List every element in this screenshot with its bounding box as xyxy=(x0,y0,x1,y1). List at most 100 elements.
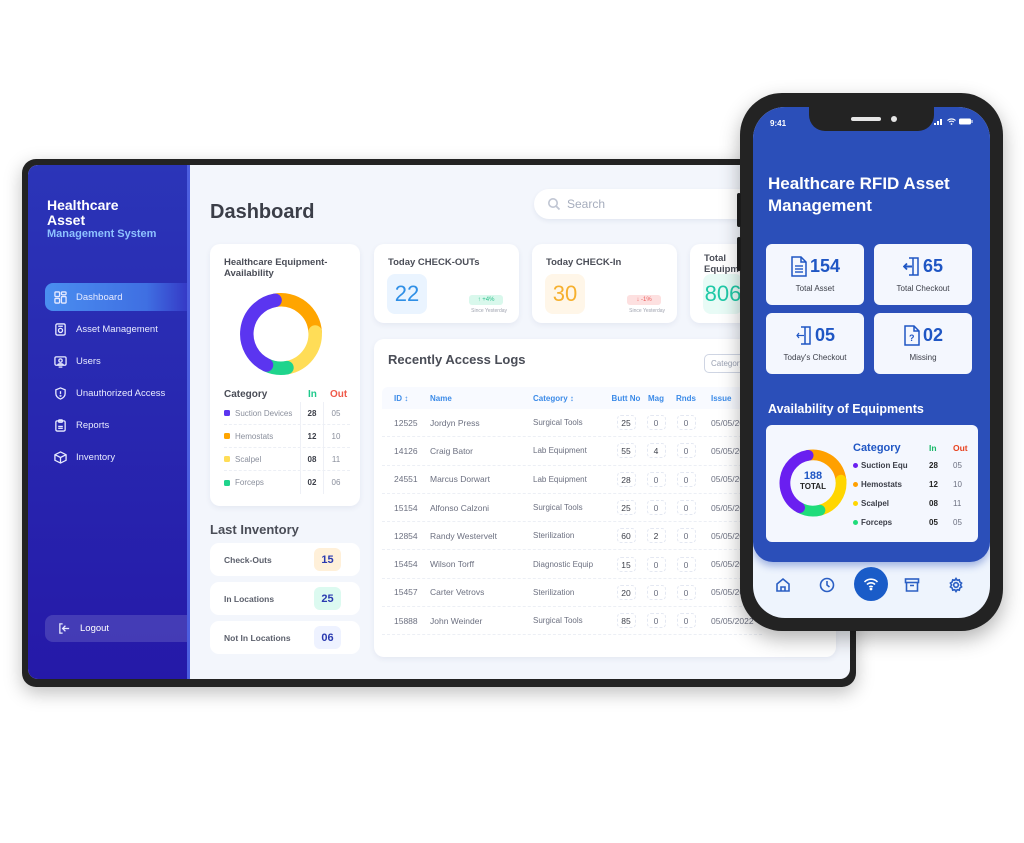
cell-rnds: 0 xyxy=(671,613,701,629)
cell-butt-value: 28 xyxy=(616,471,636,487)
search-input[interactable]: Search xyxy=(534,189,764,219)
phone-device-frame: 9:41 Healthcare RFID Asset Management 15… xyxy=(737,93,1003,631)
table-row[interactable]: 15454 Wilson Torff Diagnostic Equip 15 0 0 05/… xyxy=(382,550,762,579)
phone-availability-row: Hemostats 12 10 xyxy=(853,475,971,494)
column-header-category[interactable]: Category ↕ xyxy=(533,394,611,403)
column-header-rnds[interactable]: Rnds xyxy=(671,394,701,403)
header-out: Out xyxy=(330,388,348,400)
table-row[interactable]: 12525 Jordyn Press Surgical Tools 25 0 0 05/05… xyxy=(382,409,762,438)
cell-rnds: 0 xyxy=(671,443,701,459)
column-header-name[interactable]: Name xyxy=(430,394,533,403)
status-bar-time: 9:41 xyxy=(770,119,787,128)
legend-swatch xyxy=(224,479,230,486)
stat-value: 22 xyxy=(387,274,427,314)
equipment-availability-card: Healthcare Equipment-Availability Catego… xyxy=(210,244,360,506)
cell-butt: 20 xyxy=(611,584,641,600)
category-cell: Hemostats xyxy=(853,480,929,489)
tab-history[interactable] xyxy=(818,576,836,594)
stat-delta-badge: ↑ +4% xyxy=(469,295,503,305)
donut-segment-suction-devices xyxy=(240,293,282,372)
cell-name: Marcus Dorwart xyxy=(430,474,490,485)
tile-total-checkout[interactable]: 65 Total Checkout xyxy=(874,244,972,305)
cell-butt: 85 xyxy=(611,613,641,629)
tile-total-asset[interactable]: 154 Total Asset xyxy=(766,244,864,305)
cell-mag-value: 0 xyxy=(646,415,666,431)
cell-id: 12854 xyxy=(394,530,418,541)
inventory-label: Not In Locations xyxy=(224,632,291,643)
phone-camera xyxy=(891,116,897,122)
cell-id: 15454 xyxy=(394,559,418,570)
logout-icon xyxy=(57,622,71,636)
inventory-item[interactable]: Check-Outs 15 xyxy=(210,543,360,576)
cell-butt-value: 25 xyxy=(616,415,636,431)
sidebar-item-users[interactable]: Users xyxy=(45,347,190,375)
phone-volume-button xyxy=(737,193,741,227)
table-row[interactable]: 15154 Alfonso Calzoni Surgical Tools 25 0 0 05… xyxy=(382,494,762,523)
sidebar-item-dashboard[interactable]: Dashboard xyxy=(45,283,190,311)
legend-dot xyxy=(853,501,858,506)
tile-label: Today's Checkout xyxy=(783,353,847,362)
tab-home[interactable] xyxy=(774,576,792,594)
sidebar: Healthcare Asset Management System Dashb… xyxy=(28,165,190,679)
in-count: 12 xyxy=(300,425,324,447)
availability-table: Category In Out Suction Devices 28 05 Hemos… xyxy=(224,386,350,494)
cell-mag: 4 xyxy=(641,443,671,459)
table-row[interactable]: 15457 Carter Vetrovs Sterilization 20 0 0 05/0… xyxy=(382,579,762,608)
tab-rfid-scan[interactable] xyxy=(854,567,888,601)
legend-swatch xyxy=(224,456,230,462)
desktop-device-frame: Healthcare Asset Management System Dashb… xyxy=(22,159,856,687)
column-header-mag[interactable]: Mag xyxy=(641,394,671,403)
sidebar-item-unauthorized-access[interactable]: Unauthorized Access xyxy=(45,379,190,407)
tile-value: 02 xyxy=(922,325,944,345)
page-title: Dashboard xyxy=(210,201,315,223)
out-count: 10 xyxy=(953,480,962,489)
cell-rnds: 0 xyxy=(671,471,701,487)
document-icon xyxy=(791,256,807,277)
tab-settings[interactable] xyxy=(947,576,965,594)
phone-volume-button xyxy=(737,237,741,271)
svg-text:?: ? xyxy=(909,333,915,343)
cell-mag-value: 0 xyxy=(646,584,666,600)
archive-icon xyxy=(904,578,920,592)
availability-row: Hemostats 12 10 xyxy=(224,425,350,448)
inventory-item[interactable]: Not In Locations 06 xyxy=(210,621,360,654)
tab-archive[interactable] xyxy=(903,576,921,594)
cell-id: 12525 xyxy=(394,417,418,428)
logout-button[interactable]: Logout xyxy=(45,615,190,642)
cell-rnds: 0 xyxy=(671,584,701,600)
column-header-butt-no[interactable]: Butt No xyxy=(611,394,641,403)
cell-butt-value: 20 xyxy=(616,584,636,600)
inventory-item[interactable]: In Locations 25 xyxy=(210,582,360,615)
table-row[interactable]: 14126 Craig Bator Lab Equipment 55 4 0 05/05/2… xyxy=(382,437,762,466)
column-header-id[interactable]: ID ↕ xyxy=(382,394,430,403)
bottom-tab-bar xyxy=(753,562,990,618)
cell-mag: 0 xyxy=(641,471,671,487)
table-row[interactable]: 15888 John Weinder Surgical Tools 85 0 0 05/05… xyxy=(382,607,762,636)
in-count: 12 xyxy=(929,480,938,489)
donut-segment-hemostats xyxy=(268,293,322,339)
inventory-label: Check-Outs xyxy=(224,554,272,565)
rfid-wifi-icon xyxy=(863,578,879,591)
cell-category: Diagnostic Equip xyxy=(533,559,594,569)
sidebar-item-inventory[interactable]: Inventory xyxy=(45,443,190,471)
cell-rnds-value: 0 xyxy=(676,471,696,487)
logout-label: Logout xyxy=(80,623,110,634)
cell-butt: 28 xyxy=(611,471,641,487)
tile-value: 65 xyxy=(922,256,944,276)
cell-mag-value: 0 xyxy=(646,613,666,629)
tile-todays-checkout[interactable]: 05 Today's Checkout xyxy=(766,313,864,374)
in-count: 02 xyxy=(300,471,324,494)
category-name: Forceps xyxy=(235,478,264,487)
tile-missing[interactable]: ? 02 Missing xyxy=(874,313,972,374)
table-row[interactable]: 12854 Randy Westervelt Sterilization 60 2 0 05… xyxy=(382,522,762,551)
sidebar-item-label: Inventory xyxy=(76,451,116,463)
cell-butt: 25 xyxy=(611,415,641,431)
sidebar-item-asset-management[interactable]: Asset Management xyxy=(45,315,190,343)
grid-icon xyxy=(53,290,67,304)
cell-butt-value: 55 xyxy=(616,443,636,459)
category-name: Suction Devices xyxy=(235,408,293,418)
sidebar-item-reports[interactable]: Reports xyxy=(45,411,190,439)
availability-table-header: Category In Out xyxy=(224,386,350,402)
table-row[interactable]: 24551 Marcus Dorwart Lab Equipment 28 0 0 05/0… xyxy=(382,466,762,494)
search-icon xyxy=(548,198,561,211)
